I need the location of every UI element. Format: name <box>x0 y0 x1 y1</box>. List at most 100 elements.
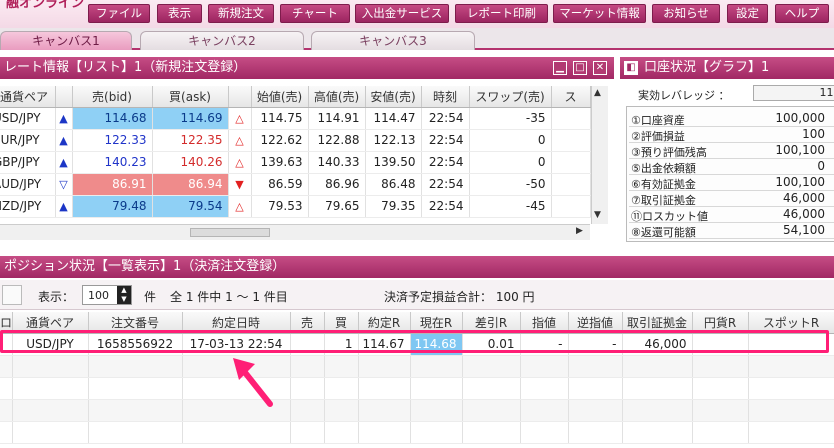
time: 22:54 <box>421 195 470 218</box>
minimize-icon[interactable]: ▁ <box>553 61 567 75</box>
menu-deposit[interactable]: 入出金サービス <box>355 4 449 23</box>
account-value: 46,000 <box>783 191 825 205</box>
scroll-down-icon[interactable]: ▼ <box>594 210 601 220</box>
rate-table-header: 通貨ペア 売(bid) 買(ask) 始値(売) 高値(売) 安値(売) 時刻 … <box>0 86 591 108</box>
account-panel: 実効レバレッジ ： 11. ①口座資産 100,000 ②評価損益 100 ③預り評… <box>626 84 834 242</box>
pair: USD/JPY <box>0 107 56 130</box>
col-pair[interactable]: 通貨ペア <box>0 86 56 108</box>
col-open[interactable]: 始値(売) <box>251 86 309 108</box>
ask-button[interactable]: 114.69 <box>152 107 229 130</box>
change-mark-icon: △ <box>228 151 252 174</box>
count-text: 全 1 件中 1 ～ 1 件目 <box>170 290 288 304</box>
ask-button[interactable]: 140.26 <box>152 151 229 174</box>
account-key: ⑥有効証拠金 <box>631 178 696 191</box>
refresh-icon[interactable] <box>2 285 22 305</box>
menu-view[interactable]: 表示 <box>157 4 202 23</box>
window-restore-icon[interactable]: ◧ <box>624 61 638 75</box>
bid-button[interactable]: 140.23 <box>72 151 153 174</box>
rate-row[interactable]: NZD/JPY ▲ 79.48 79.54 △ 79.53 79.65 79.3… <box>0 195 591 218</box>
rate-row[interactable]: GBP/JPY ▲ 140.23 140.26 △ 139.63 140.33 … <box>0 151 591 174</box>
ask-button[interactable]: 122.35 <box>152 129 229 152</box>
swap: 0 <box>469 151 552 174</box>
high: 79.65 <box>308 195 366 218</box>
col-low[interactable]: 安値(売) <box>365 86 422 108</box>
ask-button[interactable]: 86.94 <box>152 173 229 196</box>
tab-canvas-2[interactable]: キャンバス2 <box>140 31 304 50</box>
ask-button[interactable]: 79.54 <box>152 195 229 218</box>
bid-button[interactable]: 114.68 <box>72 107 153 130</box>
bid-button[interactable]: 86.91 <box>72 173 153 196</box>
rate-window-title: レート情報【リスト】1（新規注文登録） <box>0 57 614 79</box>
menu-market[interactable]: マーケット情報 <box>553 4 646 23</box>
col-time[interactable]: 時刻 <box>421 86 470 108</box>
col-dir <box>55 86 73 108</box>
account-value: 100,100 <box>775 143 825 157</box>
rate-vertical-scrollbar[interactable]: ▲ ▼ <box>591 86 608 224</box>
bid-button[interactable]: 122.33 <box>72 129 153 152</box>
menu-report[interactable]: レポート印刷 <box>455 4 548 23</box>
account-window-title: 口座状況【グラフ】1 <box>620 57 834 79</box>
low: 139.50 <box>365 151 422 174</box>
account-value: 54,100 <box>783 223 825 237</box>
account-value: 0 <box>817 159 825 173</box>
up-arrow-icon: ▲ <box>55 151 73 174</box>
menu-news[interactable]: お知らせ <box>652 4 720 23</box>
open: 114.75 <box>251 107 309 130</box>
menu-help[interactable]: ヘルプ <box>775 4 829 23</box>
open: 86.59 <box>251 173 309 196</box>
rate-row[interactable]: EUR/JPY ▲ 122.33 122.35 △ 122.62 122.88 … <box>0 129 591 152</box>
canvas-tabs: キャンバス1 キャンバス2 キャンバス3 <box>0 28 834 50</box>
col-bid[interactable]: 売(bid) <box>72 86 153 108</box>
swap: -35 <box>469 107 552 130</box>
high: 122.88 <box>308 129 366 152</box>
low: 86.48 <box>365 173 422 196</box>
close-icon[interactable]: ✕ <box>593 61 607 75</box>
leverage-value: 11. <box>753 85 834 101</box>
up-arrow-icon: ▲ <box>55 107 73 130</box>
account-value: 100 <box>802 127 825 141</box>
pair: AUD/JPY <box>0 173 56 196</box>
display-count-stepper[interactable]: 100 ▲ ▼ <box>82 285 132 305</box>
account-row: ⑥有効証拠金 100,100 <box>629 175 834 191</box>
tab-canvas-1[interactable]: キャンバス1 <box>0 31 132 50</box>
account-key: ⑧返還可能額 <box>631 226 696 239</box>
col-ask[interactable]: 買(ask) <box>152 86 229 108</box>
account-row: ⑤出金依頼額 0 <box>629 159 834 175</box>
app-logo: 融オンライン <box>6 0 85 11</box>
menu-settings[interactable]: 設定 <box>727 4 768 23</box>
rate-table: 通貨ペア 売(bid) 買(ask) 始値(売) 高値(売) 安値(売) 時刻 … <box>0 86 591 218</box>
bid-button[interactable]: 79.48 <box>72 195 153 218</box>
swap: -45 <box>469 195 552 218</box>
menu-bar: 融オンライン ファイル 表示 新規注文 チャート 入出金サービス レポート印刷 … <box>0 0 834 28</box>
empty-row <box>0 377 834 400</box>
open: 139.63 <box>251 151 309 174</box>
down-arrow-icon: ▽ <box>55 173 73 196</box>
col-swap[interactable]: スワップ(売) <box>469 86 552 108</box>
scroll-up-icon[interactable]: ▲ <box>594 88 601 98</box>
time: 22:54 <box>421 129 470 152</box>
scroll-right-icon[interactable]: ▶ <box>576 226 583 236</box>
change-mark-icon: △ <box>228 195 252 218</box>
menu-chart[interactable]: チャート <box>280 4 350 23</box>
low: 114.47 <box>365 107 422 130</box>
swap-buy <box>551 129 591 152</box>
rate-horizontal-scrollbar[interactable]: ▶ <box>0 224 590 240</box>
menu-new-order[interactable]: 新規注文 <box>208 4 274 23</box>
high: 114.91 <box>308 107 366 130</box>
maximize-icon[interactable]: □ <box>573 61 587 75</box>
col-high[interactable]: 高値(売) <box>308 86 366 108</box>
tab-canvas-3[interactable]: キャンバス3 <box>311 31 475 50</box>
rate-row[interactable]: USD/JPY ▲ 114.68 114.69 △ 114.75 114.91 … <box>0 107 591 130</box>
pnl-total: 決済予定損益合計： 100 円 <box>384 290 535 304</box>
account-row: ⑪ロスカット値 46,000 <box>629 207 834 223</box>
time: 22:54 <box>421 151 470 174</box>
menu-file[interactable]: ファイル <box>88 4 150 23</box>
swap: 0 <box>469 129 552 152</box>
rate-window-title-text: レート情報【リスト】1（新規注文登録） <box>4 60 247 75</box>
rate-row[interactable]: AUD/JPY ▽ 86.91 86.94 ▼ 86.59 86.96 86.4… <box>0 173 591 196</box>
up-arrow-icon: ▲ <box>55 195 73 218</box>
col-swap-buy[interactable]: ス <box>551 86 591 108</box>
scroll-thumb[interactable] <box>190 228 270 237</box>
count-unit: 件 <box>144 290 157 304</box>
stepper-arrows-icon[interactable]: ▲ ▼ <box>117 286 131 304</box>
